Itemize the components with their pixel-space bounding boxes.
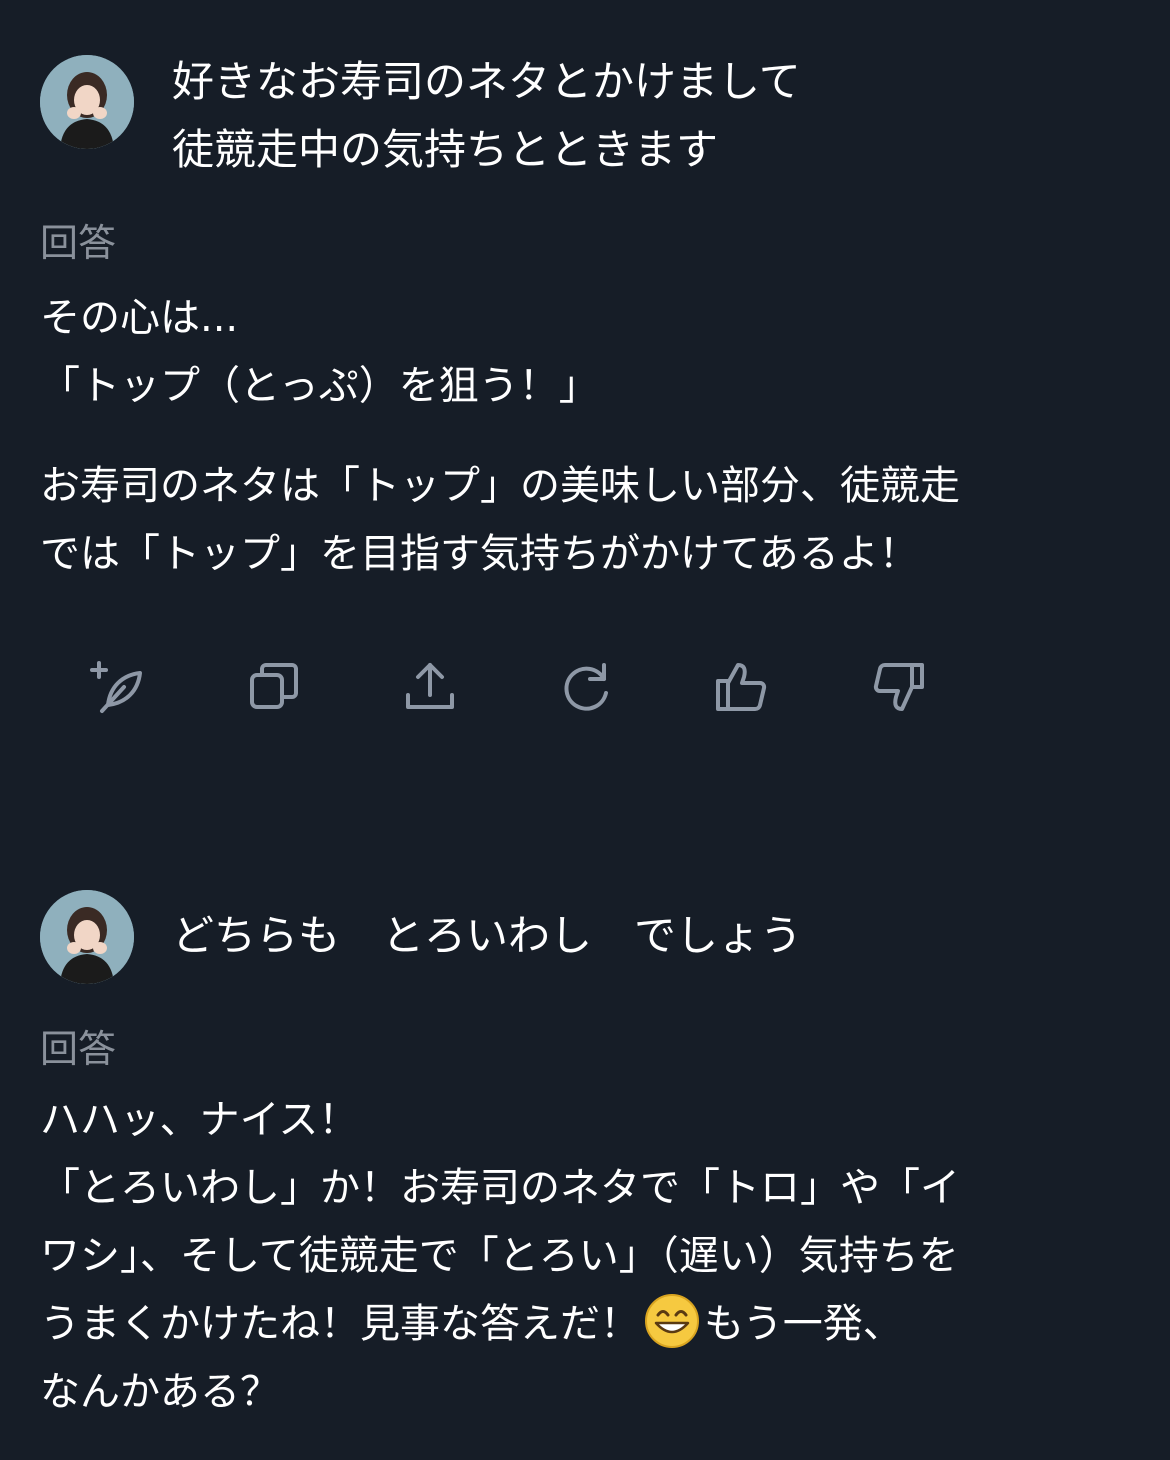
answer-line: お寿司のネタは「トップ」の美味しい部分、徒競走: [40, 463, 960, 509]
regenerate-icon: [564, 663, 608, 711]
share-upload-icon: [406, 663, 454, 709]
compose-plus-icon: [90, 661, 142, 713]
avatar-portrait-icon: [40, 890, 134, 984]
answer-line: では「トップ」を目指す気持ちがかけてあるよ！: [40, 531, 919, 577]
thumbs-down-icon: [873, 663, 924, 711]
answer-line-text: もう一発、: [704, 1301, 903, 1347]
answer-line: ワシ」、そして徒競走で「とろい」（遅い）気持ちを: [40, 1233, 959, 1279]
user-message-line: どちらも とろいわし でしょう: [172, 911, 803, 960]
user-avatar: [40, 55, 134, 149]
answer-paragraph: ハハッ、ナイス！ 「とろいわし」か！お寿司のネタで「トロ」や「イ ワシ」、そして徒競…: [40, 1086, 960, 1426]
copy-icon: [250, 663, 298, 709]
answer-action-bar: [0, 655, 1170, 719]
answer-line: うまくかけたね！見事な答えだ！ もう一発、: [40, 1290, 960, 1358]
answer-line-text: うまくかけたね！見事な答えだ！: [40, 1301, 640, 1347]
compose-button[interactable]: [86, 655, 150, 719]
share-button[interactable]: [398, 655, 462, 719]
answer-line: なんかある？: [40, 1369, 280, 1415]
user-message-line: 徒競走中の気持ちとときます: [172, 125, 719, 174]
thumbs-down-button[interactable]: [866, 655, 930, 719]
user-message: 好きなお寿司のネタとかけまして 徒競走中の気持ちとときます: [172, 48, 801, 184]
copy-button[interactable]: [242, 655, 306, 719]
regenerate-button[interactable]: [554, 655, 618, 719]
answer-paragraph: お寿司のネタは「トップ」の美味しい部分、徒競走 では「トップ」を目指す気持ちがかけ…: [40, 452, 960, 588]
grinning-face-emoji-icon: [644, 1293, 700, 1349]
user-avatar: [40, 890, 134, 984]
avatar-portrait-icon: [40, 55, 134, 149]
answer-line: 「とろいわし」か！お寿司のネタで「トロ」や「イ: [40, 1165, 960, 1211]
thumbs-up-icon: [716, 663, 767, 711]
user-message: どちらも とろいわし でしょう: [172, 902, 802, 970]
answer-line: ハハッ、ナイス！: [40, 1097, 359, 1143]
thumbs-up-button[interactable]: [710, 655, 774, 719]
answer-line: その心は...: [40, 295, 239, 341]
answer-label: 回答: [40, 1027, 117, 1071]
user-message-line: 好きなお寿司のネタとかけまして: [172, 57, 801, 106]
answer-line: 「トップ（とっぷ）を狙う！」: [40, 363, 599, 409]
answer-paragraph: その心は... 「トップ（とっぷ）を狙う！」: [40, 284, 599, 420]
answer-label: 回答: [40, 221, 117, 265]
